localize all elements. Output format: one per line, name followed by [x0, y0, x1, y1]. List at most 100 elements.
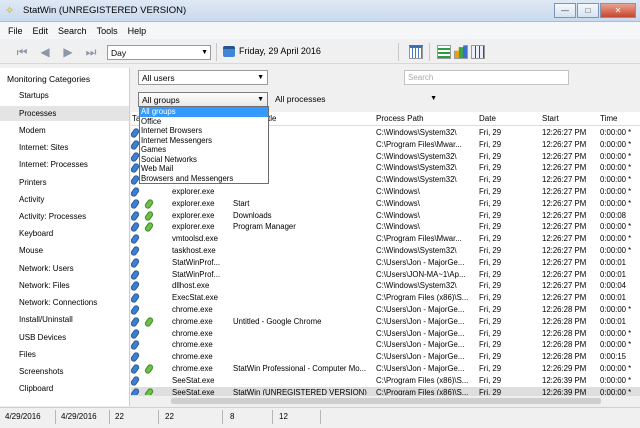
- menu-file[interactable]: File: [8, 26, 23, 36]
- table-row[interactable]: chrome.exe StatWin Professional - Compute…: [131, 363, 640, 375]
- menu-tools[interactable]: Tools: [97, 26, 118, 36]
- menu-edit[interactable]: Edit: [33, 26, 49, 36]
- table-row[interactable]: StatWinProf... C:\Users\JON-MA~1\Ap... Fri…: [131, 268, 640, 281]
- sidebar-item-internet-processes[interactable]: Internet: Processes: [19, 160, 129, 169]
- sidebar-item-network-files[interactable]: Network: Files: [19, 281, 129, 290]
- column-header-title[interactable]: tle: [268, 114, 276, 123]
- period-select[interactable]: Day ▼: [107, 45, 211, 60]
- table-row[interactable]: explorer.exe Program Manager C:\Windows\ Fr…: [131, 221, 640, 234]
- table-row[interactable]: chrome.exe C:\Users\Jon - MajorGe... Fri, …: [131, 339, 640, 352]
- cell-path: C:\Program Files (x86)\S...: [376, 387, 469, 395]
- close-button[interactable]: ✕: [600, 3, 636, 18]
- cell-date: Fri, 29: [479, 316, 502, 326]
- sidebar-item-printers[interactable]: Printers: [19, 178, 129, 187]
- sidebar-item-startups[interactable]: Startups: [19, 91, 129, 100]
- cell-time: 0:00:15: [600, 352, 627, 362]
- status-divider: [222, 410, 223, 424]
- dropdown-option-browsers-and-messengers[interactable]: Browsers and Messengers: [140, 174, 268, 184]
- cell-start: 12:26:27 PM: [542, 198, 587, 208]
- first-page-icon[interactable]: ⏮: [14, 44, 30, 60]
- horizontal-scrollbar[interactable]: [131, 395, 640, 405]
- sidebar-item-internet-sites[interactable]: Internet: Sites: [19, 143, 129, 152]
- table-row[interactable]: chrome.exe C:\Users\Jon - MajorGe... Fri, …: [131, 351, 640, 364]
- dropdown-option-games[interactable]: Games: [140, 145, 268, 155]
- cell-path: C:\Users\Jon - MajorGe...: [376, 364, 465, 373]
- dropdown-option-office[interactable]: Office: [140, 117, 268, 127]
- dropdown-option-web-mail[interactable]: Web Mail: [140, 164, 268, 174]
- scrollbar-thumb[interactable]: [171, 398, 601, 404]
- sidebar-item-mouse[interactable]: Mouse: [19, 246, 129, 255]
- cell-start: 12:26:27 PM: [542, 234, 587, 244]
- table-row[interactable]: dllhost.exe C:\Windows\System32\ Fri, 29 12…: [131, 280, 640, 293]
- cell-date: Fri, 29: [479, 128, 502, 137]
- table-row[interactable]: chrome.exe Untitled - Google Chrome C:\Use…: [131, 315, 640, 328]
- processes-select[interactable]: All processes ▼: [272, 92, 440, 107]
- cell-path: C:\Users\Jon - MajorGe...: [376, 352, 465, 362]
- cell-start: 12:26:27 PM: [542, 151, 587, 161]
- cell-date: Fri, 29: [479, 234, 502, 244]
- sidebar-item-clipboard[interactable]: Clipboard: [19, 384, 129, 393]
- sidebar-item-usb-devices[interactable]: USB Devices: [19, 333, 129, 342]
- cell-date: Fri, 29: [479, 281, 502, 291]
- column-header-date[interactable]: Date: [479, 114, 496, 123]
- table-row[interactable]: explorer.exe C:\Windows\ Fri, 29 12:26:27 P…: [131, 186, 640, 198]
- table-row[interactable]: vmtoolsd.exe C:\Program Files\Mwar... Fri,…: [131, 233, 640, 246]
- table-row[interactable]: ExecStat.exe C:\Program Files (x86)\S... F…: [131, 292, 640, 305]
- dropdown-option-all-groups[interactable]: All groups: [140, 107, 268, 117]
- menu-search[interactable]: Search: [58, 26, 87, 36]
- bar-chart-icon[interactable]: [454, 45, 468, 59]
- sidebar-item-network-users[interactable]: Network: Users: [19, 264, 129, 273]
- cell-time: 0:00:08: [600, 210, 627, 220]
- table-row[interactable]: explorer.exe Start C:\Windows\ Fri, 29 12:26…: [131, 197, 640, 210]
- sidebar-item-processes[interactable]: Processes: [0, 106, 129, 121]
- list-view-icon[interactable]: [437, 45, 451, 59]
- grid-view-icon[interactable]: [471, 45, 485, 59]
- sidebar-item-files[interactable]: Files: [19, 350, 129, 359]
- dropdown-option-internet-messengers[interactable]: Internet Messengers: [140, 136, 268, 146]
- forward-arrow-icon[interactable]: ▶: [60, 44, 76, 60]
- date-label[interactable]: Friday, 29 April 2016: [239, 46, 321, 56]
- maximize-button[interactable]: □: [577, 3, 599, 18]
- process-icon: [131, 268, 141, 281]
- cell-date: Fri, 29: [479, 175, 502, 185]
- menu-help[interactable]: Help: [128, 26, 147, 36]
- cell-date: Fri, 29: [479, 293, 502, 303]
- minimize-button[interactable]: —: [554, 3, 576, 18]
- users-select[interactable]: All users ▼: [138, 70, 268, 85]
- back-arrow-icon[interactable]: ◀: [37, 44, 53, 60]
- cell-title: Untitled - Google Chrome: [233, 316, 322, 326]
- table-row[interactable]: explorer.exe Downloads C:\Windows\ Fri, 29 1…: [131, 209, 640, 222]
- groups-select[interactable]: All groups ▼: [138, 92, 268, 107]
- sidebar-item-keyboard[interactable]: Keyboard: [19, 229, 129, 238]
- cell-process: ExecStat.exe: [172, 293, 218, 303]
- table-row[interactable]: chrome.exe C:\Users\Jon - MajorGe... Fri, …: [131, 304, 640, 316]
- dropdown-option-social-networks[interactable]: Social Networks: [140, 155, 268, 165]
- table-row[interactable]: chrome.exe C:\Users\Jon - MajorGe... Fri, …: [131, 327, 640, 340]
- calendar-icon[interactable]: [223, 46, 235, 57]
- sidebar-item-activity[interactable]: Activity: [19, 195, 129, 204]
- sidebar-item-activity-processes[interactable]: Activity: Processes: [19, 212, 129, 221]
- table-row[interactable]: StatWinProf... C:\Users\Jon - MajorGe... F…: [131, 256, 640, 269]
- table-row[interactable]: SeeStat.exe C:\Program Files (x86)\S... Fr…: [131, 374, 640, 387]
- column-header-time[interactable]: Time: [600, 114, 617, 123]
- column-header-process-path[interactable]: Process Path: [376, 114, 424, 123]
- table-row[interactable]: taskhost.exe C:\Windows\System32\ Fri, 29 1…: [131, 245, 640, 257]
- sidebar-item-modem[interactable]: Modem: [19, 126, 129, 135]
- process-icon: [131, 280, 141, 293]
- dropdown-option-internet-browsers[interactable]: Internet Browsers: [140, 126, 268, 136]
- cell-process: chrome.exe: [172, 352, 213, 362]
- cell-start: 12:26:28 PM: [542, 352, 587, 362]
- cell-process: taskhost.exe: [172, 246, 216, 255]
- table-row[interactable]: SeeStat.exe StatWin (UNREGISTERED VERSION…: [131, 386, 640, 395]
- calendar-view-icon[interactable]: [409, 45, 423, 59]
- menu-bar: File Edit Search Tools Help: [0, 22, 640, 39]
- column-header-start[interactable]: Start: [542, 114, 559, 123]
- sidebar-item-install-uninstall[interactable]: Install/Uninstall: [19, 315, 129, 324]
- sidebar-item-network-connections[interactable]: Network: Connections: [19, 298, 129, 307]
- groups-value: All groups: [142, 95, 180, 105]
- cell-path: C:\Program Files\Mwar...: [376, 234, 462, 244]
- last-page-icon[interactable]: ⏭: [83, 44, 99, 60]
- search-input[interactable]: Search: [404, 70, 569, 85]
- sidebar-item-screenshots[interactable]: Screenshots: [19, 367, 129, 376]
- cell-time: 0:00:00 *: [600, 187, 632, 196]
